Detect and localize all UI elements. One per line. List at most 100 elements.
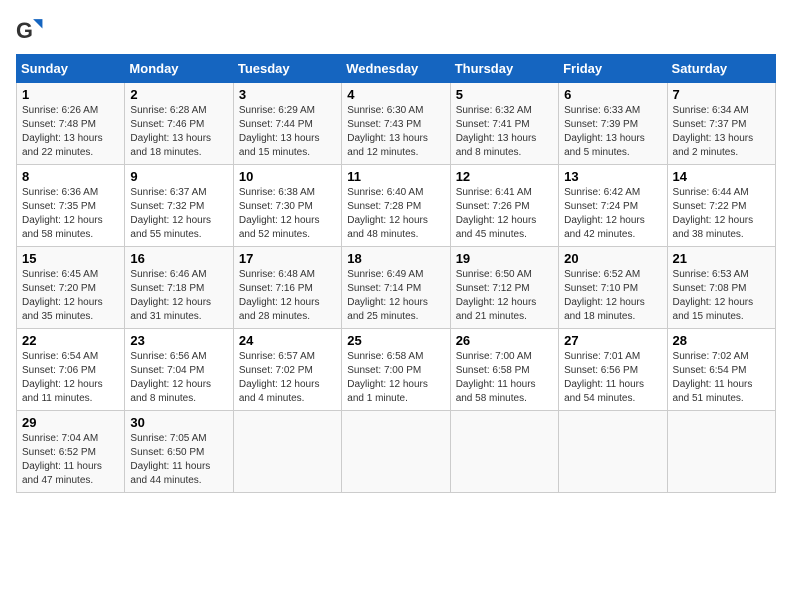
calendar-cell: 4 Sunrise: 6:30 AMSunset: 7:43 PMDayligh… <box>342 83 450 165</box>
calendar-cell: 2 Sunrise: 6:28 AMSunset: 7:46 PMDayligh… <box>125 83 233 165</box>
day-number: 20 <box>564 251 661 266</box>
day-detail: Sunrise: 6:26 AMSunset: 7:48 PMDaylight:… <box>22 105 103 158</box>
day-number: 1 <box>22 87 119 102</box>
calendar-week-row: 15 Sunrise: 6:45 AMSunset: 7:20 PMDaylig… <box>17 247 776 329</box>
weekday-header-tuesday: Tuesday <box>233 55 341 83</box>
day-number: 30 <box>130 415 227 430</box>
calendar-cell: 21 Sunrise: 6:53 AMSunset: 7:08 PMDaylig… <box>667 247 775 329</box>
calendar-cell: 30 Sunrise: 7:05 AMSunset: 6:50 PMDaylig… <box>125 411 233 493</box>
calendar-cell: 11 Sunrise: 6:40 AMSunset: 7:28 PMDaylig… <box>342 165 450 247</box>
day-number: 5 <box>456 87 553 102</box>
day-detail: Sunrise: 6:40 AMSunset: 7:28 PMDaylight:… <box>347 187 428 240</box>
calendar-cell <box>342 411 450 493</box>
day-detail: Sunrise: 6:29 AMSunset: 7:44 PMDaylight:… <box>239 105 320 158</box>
calendar-table: SundayMondayTuesdayWednesdayThursdayFrid… <box>16 54 776 493</box>
calendar-cell <box>233 411 341 493</box>
calendar-cell: 1 Sunrise: 6:26 AMSunset: 7:48 PMDayligh… <box>17 83 125 165</box>
calendar-week-row: 29 Sunrise: 7:04 AMSunset: 6:52 PMDaylig… <box>17 411 776 493</box>
weekday-header-sunday: Sunday <box>17 55 125 83</box>
day-number: 24 <box>239 333 336 348</box>
day-number: 19 <box>456 251 553 266</box>
day-detail: Sunrise: 6:37 AMSunset: 7:32 PMDaylight:… <box>130 187 211 240</box>
calendar-cell <box>667 411 775 493</box>
day-detail: Sunrise: 6:54 AMSunset: 7:06 PMDaylight:… <box>22 351 103 404</box>
day-number: 18 <box>347 251 444 266</box>
day-detail: Sunrise: 6:32 AMSunset: 7:41 PMDaylight:… <box>456 105 537 158</box>
day-detail: Sunrise: 6:38 AMSunset: 7:30 PMDaylight:… <box>239 187 320 240</box>
calendar-cell: 17 Sunrise: 6:48 AMSunset: 7:16 PMDaylig… <box>233 247 341 329</box>
day-number: 14 <box>673 169 770 184</box>
logo-icon: G <box>16 16 44 44</box>
weekday-header-saturday: Saturday <box>667 55 775 83</box>
day-number: 15 <box>22 251 119 266</box>
day-detail: Sunrise: 6:57 AMSunset: 7:02 PMDaylight:… <box>239 351 320 404</box>
day-number: 8 <box>22 169 119 184</box>
day-detail: Sunrise: 6:30 AMSunset: 7:43 PMDaylight:… <box>347 105 428 158</box>
day-detail: Sunrise: 7:04 AMSunset: 6:52 PMDaylight:… <box>22 433 102 486</box>
day-detail: Sunrise: 6:53 AMSunset: 7:08 PMDaylight:… <box>673 269 754 322</box>
weekday-header-thursday: Thursday <box>450 55 558 83</box>
calendar-cell: 19 Sunrise: 6:50 AMSunset: 7:12 PMDaylig… <box>450 247 558 329</box>
day-number: 25 <box>347 333 444 348</box>
calendar-cell: 3 Sunrise: 6:29 AMSunset: 7:44 PMDayligh… <box>233 83 341 165</box>
day-detail: Sunrise: 6:52 AMSunset: 7:10 PMDaylight:… <box>564 269 645 322</box>
day-detail: Sunrise: 7:01 AMSunset: 6:56 PMDaylight:… <box>564 351 644 404</box>
day-detail: Sunrise: 6:34 AMSunset: 7:37 PMDaylight:… <box>673 105 754 158</box>
day-number: 3 <box>239 87 336 102</box>
day-number: 7 <box>673 87 770 102</box>
calendar-cell: 14 Sunrise: 6:44 AMSunset: 7:22 PMDaylig… <box>667 165 775 247</box>
day-number: 23 <box>130 333 227 348</box>
calendar-cell: 12 Sunrise: 6:41 AMSunset: 7:26 PMDaylig… <box>450 165 558 247</box>
day-number: 28 <box>673 333 770 348</box>
calendar-cell: 13 Sunrise: 6:42 AMSunset: 7:24 PMDaylig… <box>559 165 667 247</box>
calendar-cell: 26 Sunrise: 7:00 AMSunset: 6:58 PMDaylig… <box>450 329 558 411</box>
calendar-week-row: 1 Sunrise: 6:26 AMSunset: 7:48 PMDayligh… <box>17 83 776 165</box>
weekday-header-monday: Monday <box>125 55 233 83</box>
day-number: 16 <box>130 251 227 266</box>
weekday-header-friday: Friday <box>559 55 667 83</box>
day-number: 2 <box>130 87 227 102</box>
day-detail: Sunrise: 6:56 AMSunset: 7:04 PMDaylight:… <box>130 351 211 404</box>
calendar-cell: 29 Sunrise: 7:04 AMSunset: 6:52 PMDaylig… <box>17 411 125 493</box>
day-detail: Sunrise: 6:46 AMSunset: 7:18 PMDaylight:… <box>130 269 211 322</box>
day-detail: Sunrise: 6:48 AMSunset: 7:16 PMDaylight:… <box>239 269 320 322</box>
calendar-cell: 25 Sunrise: 6:58 AMSunset: 7:00 PMDaylig… <box>342 329 450 411</box>
calendar-cell <box>450 411 558 493</box>
calendar-cell: 24 Sunrise: 6:57 AMSunset: 7:02 PMDaylig… <box>233 329 341 411</box>
day-detail: Sunrise: 6:28 AMSunset: 7:46 PMDaylight:… <box>130 105 211 158</box>
day-detail: Sunrise: 6:41 AMSunset: 7:26 PMDaylight:… <box>456 187 537 240</box>
logo: G <box>16 16 48 44</box>
day-number: 10 <box>239 169 336 184</box>
day-number: 4 <box>347 87 444 102</box>
day-number: 27 <box>564 333 661 348</box>
calendar-cell: 5 Sunrise: 6:32 AMSunset: 7:41 PMDayligh… <box>450 83 558 165</box>
day-number: 9 <box>130 169 227 184</box>
calendar-cell: 6 Sunrise: 6:33 AMSunset: 7:39 PMDayligh… <box>559 83 667 165</box>
calendar-cell: 8 Sunrise: 6:36 AMSunset: 7:35 PMDayligh… <box>17 165 125 247</box>
calendar-cell: 16 Sunrise: 6:46 AMSunset: 7:18 PMDaylig… <box>125 247 233 329</box>
day-detail: Sunrise: 6:44 AMSunset: 7:22 PMDaylight:… <box>673 187 754 240</box>
day-detail: Sunrise: 6:58 AMSunset: 7:00 PMDaylight:… <box>347 351 428 404</box>
calendar-cell: 15 Sunrise: 6:45 AMSunset: 7:20 PMDaylig… <box>17 247 125 329</box>
calendar-cell: 9 Sunrise: 6:37 AMSunset: 7:32 PMDayligh… <box>125 165 233 247</box>
day-detail: Sunrise: 6:33 AMSunset: 7:39 PMDaylight:… <box>564 105 645 158</box>
day-number: 11 <box>347 169 444 184</box>
calendar-cell: 18 Sunrise: 6:49 AMSunset: 7:14 PMDaylig… <box>342 247 450 329</box>
calendar-week-row: 22 Sunrise: 6:54 AMSunset: 7:06 PMDaylig… <box>17 329 776 411</box>
header: G <box>16 16 776 44</box>
calendar-cell: 27 Sunrise: 7:01 AMSunset: 6:56 PMDaylig… <box>559 329 667 411</box>
day-number: 6 <box>564 87 661 102</box>
day-number: 17 <box>239 251 336 266</box>
svg-text:G: G <box>16 18 33 43</box>
day-number: 21 <box>673 251 770 266</box>
calendar-cell: 7 Sunrise: 6:34 AMSunset: 7:37 PMDayligh… <box>667 83 775 165</box>
calendar-cell: 10 Sunrise: 6:38 AMSunset: 7:30 PMDaylig… <box>233 165 341 247</box>
day-detail: Sunrise: 6:50 AMSunset: 7:12 PMDaylight:… <box>456 269 537 322</box>
weekday-header-wednesday: Wednesday <box>342 55 450 83</box>
day-number: 29 <box>22 415 119 430</box>
day-detail: Sunrise: 6:49 AMSunset: 7:14 PMDaylight:… <box>347 269 428 322</box>
day-detail: Sunrise: 6:42 AMSunset: 7:24 PMDaylight:… <box>564 187 645 240</box>
day-detail: Sunrise: 7:00 AMSunset: 6:58 PMDaylight:… <box>456 351 536 404</box>
calendar-cell <box>559 411 667 493</box>
calendar-cell: 22 Sunrise: 6:54 AMSunset: 7:06 PMDaylig… <box>17 329 125 411</box>
